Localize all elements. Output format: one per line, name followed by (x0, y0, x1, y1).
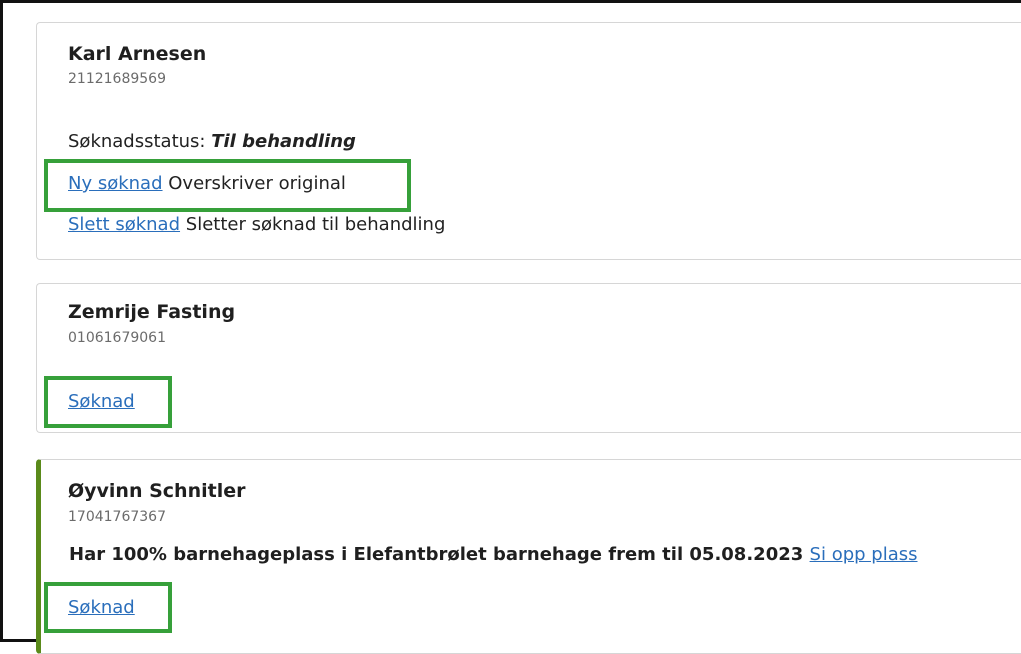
cancel-place-link[interactable]: Si opp plass (810, 544, 918, 565)
person-name: Karl Arnesen (68, 43, 207, 65)
application-status: Søknadsstatus: Til behandling (68, 131, 356, 152)
person-id: 01061679061 (68, 330, 166, 346)
person-id: 21121689569 (68, 71, 166, 87)
kindergarten-info-text: Har 100% barnehageplass i Elefantbrølet … (69, 544, 804, 565)
delete-application-link[interactable]: Slett søknad (68, 214, 180, 235)
kindergarten-info-row: Har 100% barnehageplass i Elefantbrølet … (69, 544, 918, 565)
person-name: Zemrije Fasting (68, 301, 236, 323)
person-name: Øyvinn Schnitler (68, 480, 246, 502)
delete-application-row: Slett søknad Sletter søknad til behandli… (68, 214, 445, 235)
person-card-oyvinn-schnitler: Øyvinn Schnitler 17041767367 Har 100% ba… (36, 459, 1021, 654)
person-card-zemrije-fasting: Zemrije Fasting 01061679061 Søknad (36, 283, 1021, 433)
highlight-box-application-3 (44, 582, 172, 633)
highlight-box-application-2 (44, 376, 172, 428)
highlight-box-new-application (44, 159, 411, 212)
person-id: 17041767367 (68, 509, 166, 525)
status-label: Søknadsstatus: (68, 131, 206, 152)
person-card-karl-arnesen: Karl Arnesen 21121689569 Søknadsstatus: … (36, 22, 1021, 260)
status-value: Til behandling (211, 131, 356, 152)
delete-application-description: Sletter søknad til behandling (185, 214, 446, 235)
